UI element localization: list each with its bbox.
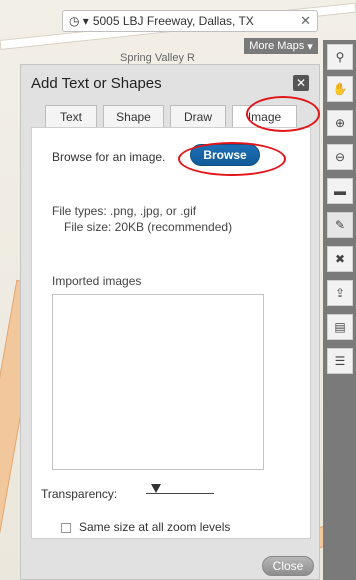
- clock-icon: ◷ ▾: [69, 14, 89, 28]
- transparency-label: Transparency:: [41, 487, 118, 501]
- map-toolbar: ⚲ ✋ ⊕ ⊖ ▬ ✎ ✖ ⇪ ▤ ☰: [323, 40, 356, 580]
- location-bar[interactable]: ◷ ▾ 5005 LBJ Freeway, Dallas, TX ✕: [62, 10, 318, 32]
- browse-prompt: Browse for an image.: [52, 150, 166, 164]
- tab-text[interactable]: Text: [45, 105, 97, 127]
- ruler-icon[interactable]: ▬: [327, 178, 353, 204]
- dialog-close-icon[interactable]: ✕: [293, 75, 309, 91]
- hand-icon[interactable]: ✋: [327, 76, 353, 102]
- shape-icon[interactable]: ✎: [327, 212, 353, 238]
- delete-icon[interactable]: ✖: [327, 246, 353, 272]
- tab-image[interactable]: Image: [232, 105, 297, 127]
- same-size-label: Same size at all zoom levels: [79, 520, 231, 534]
- map-street-label: Spring Valley R: [120, 52, 195, 64]
- close-button[interactable]: Close: [262, 556, 314, 576]
- dialog-title: Add Text or Shapes: [31, 75, 162, 92]
- tab-draw[interactable]: Draw: [170, 105, 226, 127]
- zoom-out-icon[interactable]: ⊖: [327, 144, 353, 170]
- browse-button[interactable]: Browse: [190, 144, 260, 166]
- dialog-tabs: Text Shape Draw Image: [45, 105, 297, 127]
- transparency-slider-thumb[interactable]: [151, 484, 161, 493]
- pdf-icon[interactable]: ▤: [327, 314, 353, 340]
- more-maps-button[interactable]: More Maps ▾: [244, 38, 318, 54]
- zoom-in-icon[interactable]: ⊕: [327, 110, 353, 136]
- image-tab-panel: Browse for an image. Browse File types: …: [31, 127, 311, 539]
- add-text-shapes-dialog: Add Text or Shapes ✕ Text Shape Draw Ima…: [20, 64, 320, 580]
- upload-icon[interactable]: ⇪: [327, 280, 353, 306]
- file-size-text: File size: 20KB (recommended): [64, 220, 233, 234]
- transparency-slider-track[interactable]: [146, 493, 214, 494]
- imported-images-list[interactable]: [52, 294, 264, 470]
- pin-icon[interactable]: ⚲: [327, 44, 353, 70]
- location-text: 5005 LBJ Freeway, Dallas, TX: [92, 14, 254, 28]
- list-icon[interactable]: ☰: [327, 348, 353, 374]
- more-maps-label: More Maps: [249, 40, 305, 52]
- tab-shape[interactable]: Shape: [103, 105, 164, 127]
- file-types-text: File types: .png, .jpg, or .gif: [52, 204, 197, 218]
- caret-down-icon: ▾: [304, 40, 313, 53]
- imported-images-label: Imported images: [52, 274, 142, 288]
- close-icon[interactable]: ✕: [300, 13, 311, 29]
- same-size-checkbox[interactable]: [61, 523, 71, 533]
